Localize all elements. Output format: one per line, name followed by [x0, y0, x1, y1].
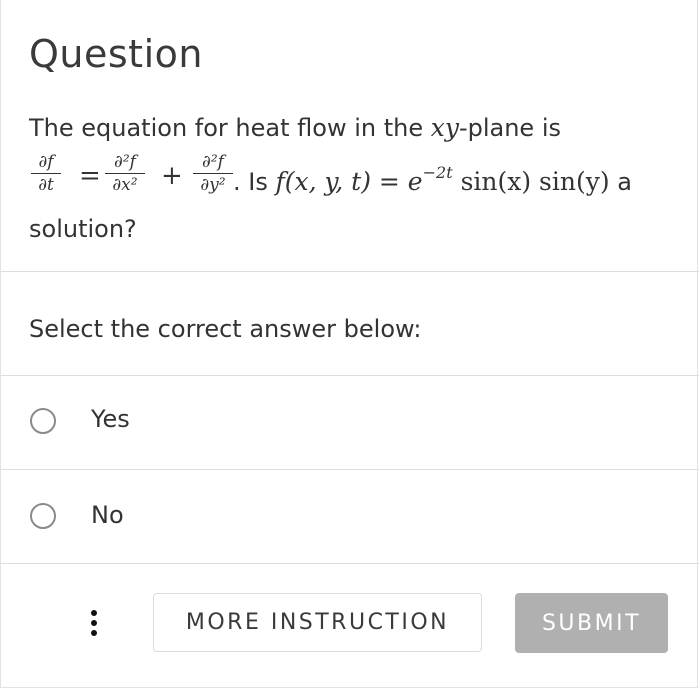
question-text-line-1: The equation for heat flow in the xy-pla… [29, 113, 561, 142]
lhs-numerator: ∂f [38, 152, 54, 172]
option-no[interactable]: No [1, 470, 699, 562]
question-text-suffix: -plane is [458, 114, 561, 142]
term1-fraction: ∂²f ∂x² [105, 152, 145, 195]
more-options-icon[interactable] [89, 606, 99, 640]
answer-prompt: Select the correct answer below: [29, 315, 422, 343]
dot [91, 620, 97, 626]
submit-button[interactable]: SUBMIT [515, 593, 668, 653]
dot [91, 610, 97, 616]
function-rest: sin(x) sin(y) [452, 167, 610, 196]
math-xy: xy [430, 113, 459, 142]
equals-sign: = [79, 161, 101, 191]
function-exponent: −2t [422, 163, 453, 182]
divider [1, 271, 699, 272]
option-yes[interactable]: Yes [1, 376, 699, 468]
radio-button-no[interactable] [30, 503, 56, 529]
option-label-no: No [91, 501, 124, 529]
lhs-denominator: ∂t [38, 175, 54, 195]
divider [1, 563, 699, 564]
question-text-a: a [609, 168, 632, 196]
term2-fraction: ∂²f ∂y² [193, 152, 233, 195]
term1-denominator: ∂x² [112, 175, 138, 195]
term2-denominator: ∂y² [200, 175, 226, 195]
plus-sign: + [161, 161, 183, 191]
fraction-bar [31, 173, 61, 174]
term2-numerator: ∂²f [202, 152, 224, 172]
term1-numerator: ∂²f [114, 152, 136, 172]
more-instruction-button[interactable]: MORE INSTRUCTION [153, 593, 482, 652]
function-def: f(x, y, t) = e [275, 167, 423, 196]
fraction-bar [105, 173, 145, 174]
question-text-is: . Is [233, 168, 276, 196]
question-card: Question The equation for heat flow in t… [0, 0, 699, 688]
fraction-bar [193, 173, 233, 174]
question-text-line-2: . Is f(x, y, t) = e−2t sin(x) sin(y) a [233, 163, 632, 196]
option-label-yes: Yes [91, 405, 130, 433]
question-text-line-3: solution? [29, 215, 137, 243]
question-text: The equation for heat flow in the [29, 114, 431, 142]
question-title: Question [29, 32, 203, 76]
dot [91, 630, 97, 636]
lhs-fraction: ∂f ∂t [31, 152, 61, 195]
radio-button-yes[interactable] [30, 408, 56, 434]
